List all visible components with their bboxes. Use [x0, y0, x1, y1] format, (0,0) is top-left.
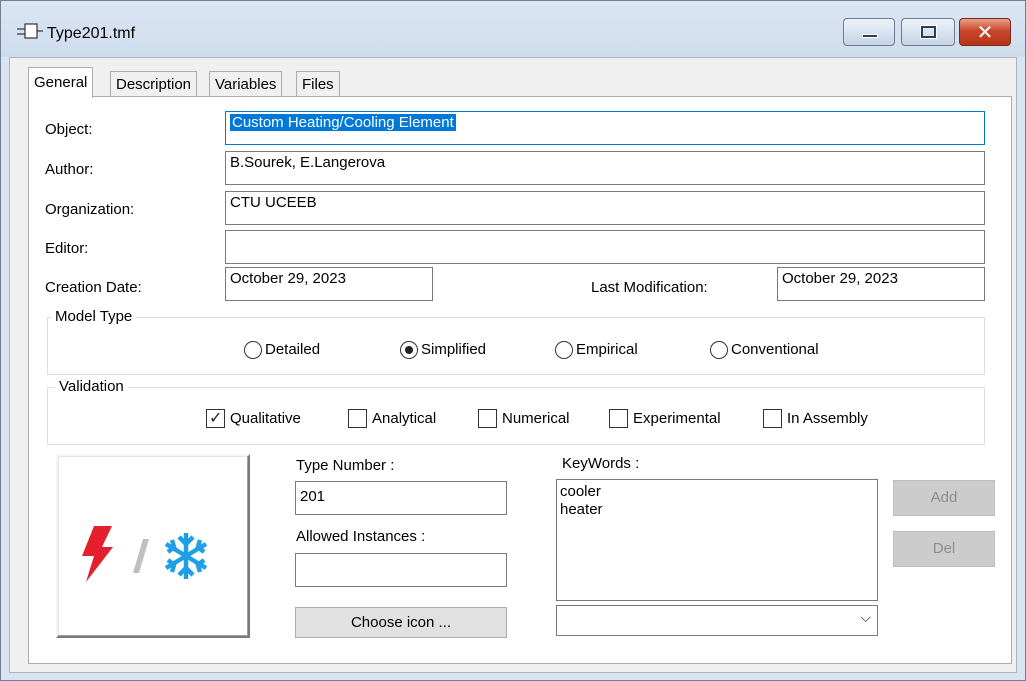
allowed-instances-label: Allowed Instances : [296, 528, 426, 545]
creation-date-label: Creation Date: [45, 279, 142, 296]
snowflake-icon [164, 533, 208, 579]
type-number-label: Type Number : [296, 457, 395, 474]
organization-label: Organization: [45, 201, 135, 218]
maximize-icon [921, 26, 936, 38]
radio-circle [555, 341, 573, 359]
editor-input[interactable] [225, 230, 985, 264]
close-icon: ✕ [976, 20, 994, 44]
maximize-button[interactable] [901, 18, 955, 46]
checkbox-qualitative-label: Qualitative [230, 410, 301, 427]
checkbox-box [348, 409, 367, 428]
checkmark-icon: ✓ [209, 408, 223, 427]
allowed-instances-input[interactable] [295, 553, 507, 587]
tab-files[interactable]: Files [296, 71, 340, 97]
radio-conventional-label: Conventional [731, 341, 819, 358]
radio-circle [710, 341, 728, 359]
general-tab-panel: Object: Custom Heating/Cooling Element A… [28, 96, 1012, 664]
tab-variables[interactable]: Variables [209, 71, 283, 97]
model-type-title: Model Type [51, 308, 137, 325]
checkbox-in-assembly-label: In Assembly [787, 410, 868, 427]
checkbox-numerical-label: Numerical [502, 410, 570, 427]
chevron-down-icon[interactable]: ⌵ [860, 610, 871, 626]
radio-selected-dot [405, 346, 413, 354]
checkbox-analytical-label: Analytical [372, 410, 437, 427]
minimize-button[interactable] [843, 18, 895, 46]
tmf-file-icon [17, 23, 43, 39]
checkbox-box [478, 409, 497, 428]
radio-simplified-label: Simplified [421, 341, 487, 358]
type-number-input[interactable]: 201 [295, 481, 507, 515]
title-bar[interactable]: Type201.tmf ✕ [1, 1, 1025, 57]
choose-icon-button[interactable]: Choose icon ... [295, 607, 507, 638]
close-button[interactable]: ✕ [959, 18, 1011, 46]
component-icon-preview [56, 454, 250, 638]
add-keyword-button[interactable]: Add [893, 480, 995, 516]
object-label: Object: [45, 121, 93, 138]
last-modification-input[interactable]: October 29, 2023 [777, 267, 985, 301]
dialog-client-area: General Description Variables Files Obje… [9, 57, 1017, 673]
keyword-combobox[interactable]: ⌵ [556, 605, 878, 636]
last-modification-label: Last Modification: [591, 279, 708, 296]
author-input[interactable]: B.Sourek, E.Langerova [225, 151, 985, 185]
object-value: Custom Heating/Cooling Element [230, 114, 456, 131]
checkbox-box [763, 409, 782, 428]
creation-date-input[interactable]: October 29, 2023 [225, 267, 433, 301]
author-label: Author: [45, 161, 94, 178]
list-item[interactable]: heater [560, 501, 874, 519]
tmf-editor-window: Type201.tmf ✕ General Description Variab… [0, 0, 1026, 681]
model-type-group [47, 317, 985, 375]
delete-keyword-button[interactable]: Del [893, 531, 995, 567]
radio-empirical-label: Empirical [576, 341, 638, 358]
checkbox-experimental-label: Experimental [633, 410, 721, 427]
keywords-list[interactable]: cooler heater [556, 479, 878, 601]
keywords-label: KeyWords : [562, 455, 640, 472]
slash-divider-icon [133, 539, 149, 573]
radio-circle [400, 341, 418, 359]
tab-general[interactable]: General [28, 67, 94, 98]
tab-description[interactable]: Description [110, 71, 198, 97]
list-item[interactable]: cooler [560, 483, 874, 501]
icon-preview-canvas [82, 526, 208, 582]
organization-input[interactable]: CTU UCEEB [225, 191, 985, 225]
validation-title: Validation [55, 378, 128, 395]
checkbox-box [609, 409, 628, 428]
radio-circle [244, 341, 262, 359]
minimize-icon [862, 34, 878, 38]
radio-detailed-label: Detailed [265, 341, 321, 358]
checkbox-box: ✓ [206, 408, 225, 428]
lightning-icon [82, 526, 113, 582]
editor-label: Editor: [45, 240, 89, 257]
window-title: Type201.tmf [47, 25, 136, 42]
object-input[interactable]: Custom Heating/Cooling Element [225, 111, 985, 145]
